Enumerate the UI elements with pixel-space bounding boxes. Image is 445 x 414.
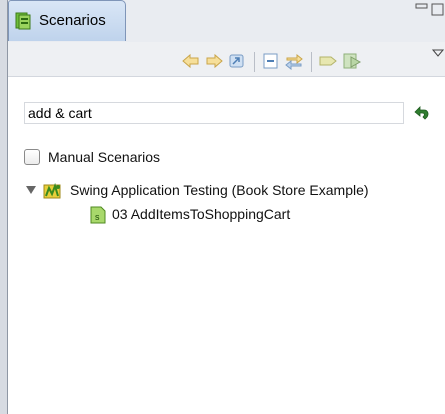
expand-triangle-icon[interactable]: [26, 186, 36, 194]
undo-icon[interactable]: [412, 105, 430, 121]
run-scenario-icon[interactable]: [342, 52, 362, 70]
search-input[interactable]: [24, 102, 404, 124]
collapse-all-icon[interactable]: [261, 52, 281, 70]
toolbar-separator: [254, 52, 255, 72]
minimize-icon[interactable]: [415, 2, 429, 16]
view-menu-icon[interactable]: [432, 48, 444, 58]
tree-root-row[interactable]: Swing Application Testing (Book Store Ex…: [26, 180, 445, 202]
tab-scenarios[interactable]: Scenarios: [8, 0, 126, 41]
manual-scenarios-checkbox[interactable]: [24, 149, 40, 165]
toolbar-separator: [311, 52, 312, 72]
scenario-file-icon: s: [90, 206, 106, 224]
home-icon[interactable]: [227, 52, 247, 70]
back-arrow-icon[interactable]: [181, 52, 201, 70]
tree-root-label: Swing Application Testing (Book Store Ex…: [70, 182, 369, 198]
forward-arrow-icon[interactable]: [204, 52, 224, 70]
svg-text:s: s: [95, 212, 100, 222]
link-with-editor-icon[interactable]: [284, 52, 304, 70]
manual-scenarios-label: Manual Scenarios: [48, 149, 161, 165]
project-icon: [43, 182, 61, 199]
scenarios-view-icon: [15, 12, 31, 30]
tab-label: Scenarios: [39, 12, 106, 29]
tag-icon[interactable]: [318, 52, 338, 70]
maximize-icon[interactable]: [431, 2, 445, 16]
view-toolbar: [8, 42, 445, 77]
search-row: [24, 102, 404, 124]
view-tab-bar: Scenarios: [8, 0, 445, 43]
tree-child-label: 03 AddItemsToShoppingCart: [112, 206, 291, 222]
tree-child-row[interactable]: s 03 AddItemsToShoppingCart: [90, 204, 430, 226]
scenarios-view: Scenarios add & cart Manual Scenarios Sw…: [7, 0, 445, 414]
